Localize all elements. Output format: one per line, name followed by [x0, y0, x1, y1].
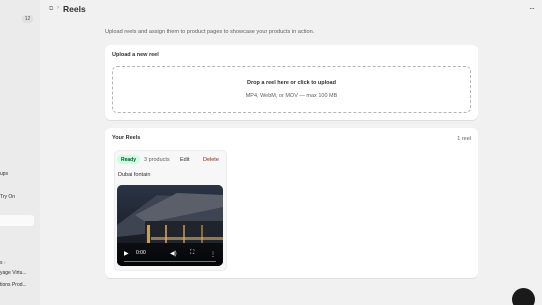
sidebar-count-badge: 12: [22, 15, 33, 23]
volume-icon[interactable]: ◀): [170, 250, 177, 257]
status-badge: Ready: [117, 155, 141, 164]
page-header: ⧉ › Reels ···: [40, 0, 542, 20]
reels-card-title: Your Reels: [112, 135, 141, 141]
video-progress-bar[interactable]: [124, 260, 216, 262]
video-time: 0:00: [136, 250, 146, 256]
upload-card: Upload a new reel Drop a reel here or cl…: [105, 45, 478, 120]
sidebar: 12 ups Try On s › yage Virtu... tions Pr…: [0, 0, 40, 305]
chevron-right-icon: ›: [2, 260, 6, 266]
video-player[interactable]: ▶ 0:00 ◀) ⛶ ⋮: [117, 185, 223, 266]
sidebar-item-solutions[interactable]: tions Prod...: [0, 282, 27, 288]
page-title: Reels: [63, 4, 86, 14]
sidebar-item[interactable]: s ›: [0, 260, 6, 266]
play-icon[interactable]: ▶: [124, 250, 129, 257]
delete-button[interactable]: Delete: [203, 157, 219, 163]
chevron-right-icon: ›: [57, 5, 59, 11]
fullscreen-icon[interactable]: ⛶: [190, 250, 194, 257]
reels-card: Your Reels 1 reel Ready 3 products Edit …: [105, 128, 478, 278]
sidebar-item-selected[interactable]: [0, 215, 34, 226]
edit-button[interactable]: Edit: [180, 157, 189, 163]
sidebar-item[interactable]: ups: [0, 171, 8, 177]
chat-button[interactable]: [512, 288, 535, 305]
app-icon[interactable]: ⧉: [49, 6, 53, 13]
upload-card-title: Upload a new reel: [112, 52, 159, 58]
page-subtitle: Upload reels and assign them to product …: [105, 29, 315, 35]
reel-name: Dubai fontain: [118, 172, 151, 178]
sidebar-item-voyage[interactable]: yage Virtu...: [0, 270, 27, 276]
sidebar-item-try-on[interactable]: Try On: [0, 194, 15, 200]
more-horizontal-icon[interactable]: ···: [529, 4, 535, 13]
reel-item: Ready 3 products Edit Delete Dubai fonta…: [114, 150, 227, 271]
products-count: 3 products: [144, 157, 170, 163]
upload-dropzone[interactable]: Drop a reel here or click to upload MP4,…: [112, 66, 471, 113]
dropzone-title: Drop a reel here or click to upload: [247, 80, 336, 86]
dropzone-hint: MP4, WebM, or MOV — max 100 MB: [245, 93, 338, 99]
reel-count: 1 reel: [457, 136, 471, 142]
video-controls: ▶ 0:00 ◀) ⛶ ⋮: [117, 246, 223, 266]
more-vertical-icon[interactable]: ⋮: [210, 251, 216, 258]
